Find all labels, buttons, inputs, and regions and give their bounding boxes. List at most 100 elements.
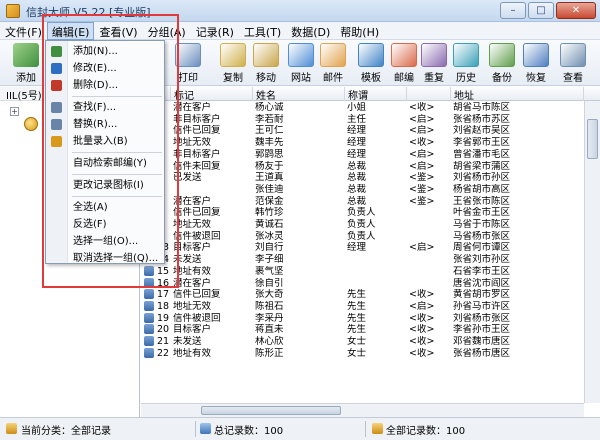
cell-no: 16 [157, 277, 170, 289]
cell-title: 经理 [347, 125, 367, 137]
toolbar-duplicate-button[interactable]: 重复 [416, 42, 452, 84]
toolbar-mail-button[interactable]: 邮件 [315, 42, 351, 84]
menu-separator [72, 152, 162, 153]
contact-icon [144, 265, 154, 276]
horizontal-scroll-thumb[interactable] [201, 406, 341, 415]
table-row[interactable]: 信件已回复 韩竹珍 负责人 叶省金市王区 [141, 207, 578, 219]
menu-item-label: 添加(N)... [73, 46, 118, 57]
menu-tools[interactable]: 工具(T) [239, 22, 286, 40]
table-row[interactable]: 已发送 王道真 总裁 <鉴> 刘省杨市孙区 [141, 172, 578, 184]
cell-addr: 杨省胡市高区 [453, 183, 511, 195]
cell-tag: <启> [409, 113, 435, 125]
menu-help[interactable]: 帮助(H) [335, 22, 384, 40]
table-row[interactable]: 13目标客户刘自行经理<启>周省何市谭区 [141, 242, 578, 254]
table-row[interactable]: 14未发送李子细张省刘市孙区 [141, 254, 578, 266]
cell-title: 女士 [347, 336, 367, 347]
cell-name: 黄诚石 [255, 219, 284, 230]
menu-item-edit-12[interactable]: 全选(A) [46, 199, 164, 216]
menu-item-edit-15[interactable]: 取消选择一组(Q)... [46, 250, 164, 267]
column-header-address[interactable]: 地址 [451, 87, 584, 102]
table-row[interactable]: 信件未回复 杨友于 总裁 <启> 胡省梁市蒲区 [141, 160, 578, 173]
menu-file[interactable]: 文件(F) [0, 22, 47, 40]
menu-item-edit-2[interactable]: 删除(D)... [46, 77, 164, 94]
horizontal-scrollbar[interactable] [141, 403, 584, 417]
table-row[interactable]: 21 未发送 林心欣 女士 <收> 邓省魏市唐区 [141, 336, 578, 348]
menu-view[interactable]: 查看(V) [94, 22, 142, 40]
menu-item-label: 更改记录图标(I) [73, 180, 144, 191]
cell-title: 经理 [347, 242, 367, 254]
vertical-scroll-thumb[interactable] [587, 119, 598, 159]
table-row[interactable]: 非目标客户 李若耐 主任 <启> 张省杨市苏区 [141, 113, 578, 126]
table-row[interactable]: 15 地址有效 裹气坚 石省李市王区 [141, 265, 578, 278]
table-row[interactable]: 22 地址有效 陈形正 女士 <收> 张省杨市唐区 [141, 347, 578, 360]
menu-item-edit-10[interactable]: 更改记录图标(I) [46, 177, 164, 194]
table-row[interactable]: 非目标客户 郭鹍思 经理 <启> 曾省潘市毛区 [141, 148, 578, 161]
table-row[interactable]: 潜在客户 杨心诚 小姐 <收> 胡省马市陈区 [141, 102, 578, 114]
menu-item-edit-5[interactable]: 替换(R)... [46, 116, 164, 133]
cell-no: 17 [157, 289, 170, 301]
table-row[interactable]: 17 信件已回复 张大奇 先生 <收> 黄省胡市罗区 [141, 289, 578, 301]
menu-item-edit-1[interactable]: 修改(E)... [46, 60, 164, 77]
tree-expander-icon[interactable]: + [10, 107, 19, 116]
table-row[interactable]: 地址无效 魏丰先 经理 <收> 李省郭市王区 [141, 137, 578, 149]
toolbar-website-button[interactable]: 网站 [283, 42, 319, 84]
menu-edit[interactable]: 编辑(E) [46, 22, 95, 40]
table-row[interactable]: 信件已回复 王可仁 经理 <启> 刘省赵市吴区 [141, 125, 578, 137]
menu-group[interactable]: 分组(A) [143, 22, 191, 40]
maximize-button[interactable]: □ [528, 2, 554, 19]
duplicate-icon [421, 43, 447, 67]
toolbar-move-button[interactable]: 移动 [248, 42, 284, 84]
menu-record[interactable]: 记录(R) [191, 22, 239, 40]
table-row[interactable]: 信件被退回 张冰灵 负责人 马省杨市张区 [141, 230, 578, 243]
toolbar-restore-button[interactable]: 恢复 [518, 42, 554, 84]
cell-mark: 非目标客户 [173, 148, 221, 160]
cell-name: 魏丰先 [255, 137, 284, 149]
menu-item-edit-6[interactable]: 批量录入(B) [46, 133, 164, 150]
column-header-title[interactable]: 称谓 [345, 87, 407, 102]
table-row[interactable]: 18 地址无效 陈祖石 先生 <启> 孙省马市许区 [141, 300, 578, 313]
status-all: 全部记录数：100 [386, 426, 466, 437]
menu-bar: 文件(F) 编辑(E) 查看(V) 分组(A) 记录(R) 工具(T) 数据(D… [0, 22, 600, 40]
cell-addr: 周省何市谭区 [453, 242, 511, 254]
table-row[interactable]: 20 目标客户 蒋直未 先生 <收> 李省孙市王区 [141, 324, 578, 336]
menu-item-label: 反选(F) [73, 219, 107, 230]
contact-icon [144, 289, 154, 300]
find-icon [51, 102, 62, 113]
folder-group-icon[interactable] [24, 117, 38, 131]
toolbar-history-button[interactable]: 历史 [448, 42, 484, 84]
toolbar-backup-button[interactable]: 备份 [484, 42, 520, 84]
toolbar-view-button[interactable]: 查看 [555, 42, 591, 84]
toolbar-copy-button[interactable]: 复制 [215, 42, 251, 84]
menu-item-edit-8[interactable]: 自动检索邮编(Y) [46, 155, 164, 172]
total-status-icon [200, 423, 211, 434]
postcode-icon [391, 43, 417, 67]
cell-addr: 马省于市陈区 [453, 219, 511, 230]
column-header-name[interactable]: 姓名 [253, 87, 345, 102]
menu-item-edit-14[interactable]: 选择一组(O)... [46, 233, 164, 250]
table-row[interactable]: 潜在客户 范保金 总裁 <鉴> 王省张市陈区 [141, 195, 578, 208]
column-header-tag[interactable] [407, 87, 451, 101]
replace-icon [51, 119, 62, 130]
menu-item-label: 删除(D)... [73, 80, 119, 91]
minimize-button[interactable]: – [500, 2, 526, 19]
close-button[interactable]: ✕ [556, 2, 596, 19]
cell-title: 总裁 [347, 183, 367, 195]
menu-item-edit-0[interactable]: 添加(N)... [46, 43, 164, 60]
toolbar-add-button[interactable]: 添加 [8, 42, 44, 84]
cell-no: 22 [157, 347, 170, 359]
cell-addr: 马省杨市张区 [453, 230, 511, 242]
menu-item-edit-13[interactable]: 反选(F) [46, 216, 164, 233]
toolbar-print-button[interactable]: 打印 [170, 42, 206, 84]
menu-data[interactable]: 数据(D) [286, 22, 335, 40]
menu-item-edit-4[interactable]: 查找(F)... [46, 99, 164, 116]
table-row[interactable]: 张佳迪 总裁 <鉴> 杨省胡市高区 [141, 183, 578, 196]
toolbar-template-button[interactable]: 模板 [353, 42, 389, 84]
column-header-mark[interactable]: 标记 [171, 87, 253, 102]
vertical-scrollbar[interactable] [584, 101, 600, 403]
table-row[interactable]: 16 潜在客户 徐自引 唐省沈市阎区 [141, 277, 578, 290]
cell-name: 裹气坚 [255, 265, 284, 277]
table-row[interactable]: 地址无效 黄诚石 负责人 马省于市陈区 [141, 219, 578, 231]
cell-title: 经理 [347, 137, 367, 149]
records-grid[interactable]: 序号 标记 姓名 称谓 地址 潜在客户 杨心诚 小姐 <收> 胡省马市陈区非目标客户 李若… [141, 87, 600, 417]
table-row[interactable]: 19 信件被退回 李采丹 先生 <收> 刘省杨市张区 [141, 312, 578, 325]
